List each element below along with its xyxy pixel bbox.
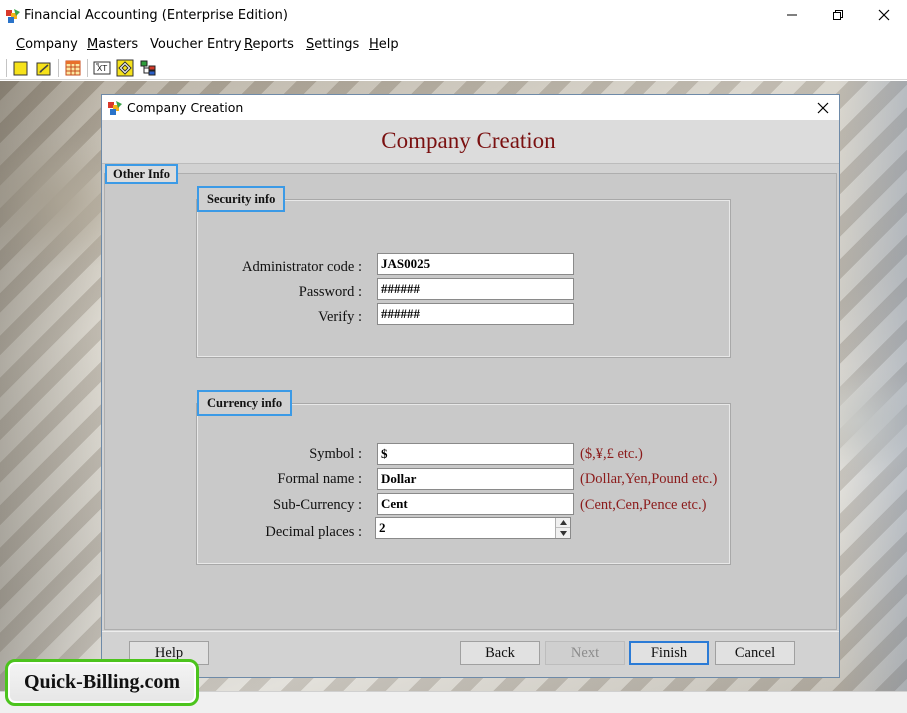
minimize-icon [787,14,797,16]
finish-button[interactable]: Finish [629,641,709,665]
next-button[interactable]: Next [545,641,625,665]
svg-text:XT: XT [97,64,107,73]
toolbar: XT [0,56,907,80]
toolbar-separator [58,59,60,77]
company-creation-dialog: Company Creation Company Creation Securi… [101,94,840,678]
page-title: Company Creation [381,128,556,153]
grid-icon[interactable] [64,59,82,77]
tree-icon[interactable] [139,59,157,77]
dialog-close-button[interactable] [813,98,833,118]
toolbar-separator [87,59,89,77]
brand-text: Quick-Billing.com [23,671,181,693]
formal-name-input[interactable] [377,468,574,490]
window-title: Financial Accounting (Enterprise Edition… [24,8,288,23]
background-texture [838,81,907,691]
stepper-up-button[interactable] [556,518,570,528]
sub-currency-input[interactable] [377,493,574,515]
title-bar: Financial Accounting (Enterprise Edition… [0,0,907,32]
brand-badge: Quick-Billing.com [5,659,199,706]
administrator-code-input[interactable] [377,253,574,275]
tab-other-info[interactable]: Other Info [105,164,179,184]
back-button[interactable]: Back [460,641,540,665]
stepper-buttons [555,518,570,538]
close-window-button[interactable] [861,0,907,30]
open-company-icon[interactable] [35,59,53,77]
password-input[interactable] [377,278,574,300]
menu-voucher-entry[interactable]: Voucher Entry [150,37,242,52]
diamond-icon[interactable] [116,59,134,77]
dialog-title: Company Creation [127,100,244,115]
other-info-panel: Security info Administrator code : Passw… [104,173,837,630]
new-company-icon[interactable] [12,59,30,77]
symbol-input[interactable] [377,443,574,465]
restore-icon [833,10,843,20]
decimal-places-stepper[interactable]: 2 [375,517,571,539]
sub-currency-hint: (Cent,Cen,Pence etc.) [580,497,707,513]
formal-name-hint: (Dollar,Yen,Pound etc.) [580,471,718,487]
stepper-down-button[interactable] [556,528,570,538]
close-icon [878,9,890,21]
formal-name-label: Formal name : [277,471,362,487]
verify-password-input[interactable] [377,303,574,325]
symbol-label: Symbol : [309,446,362,462]
menu-company[interactable]: Company [16,37,78,52]
app-logo-icon [5,8,21,24]
menu-settings[interactable]: Settings [306,37,359,52]
menu-reports[interactable]: Reports [244,37,294,52]
password-label: Password : [298,284,362,300]
chevron-down-icon [559,530,567,536]
menu-help[interactable]: Help [369,37,399,52]
dialog-title-bar: Company Creation [102,95,839,120]
menu-masters[interactable]: Masters [87,37,138,52]
currency-icon[interactable]: XT [93,59,111,77]
sub-currency-label: Sub-Currency : [273,497,362,513]
decimal-places-value: 2 [379,520,386,535]
administrator-code-label: Administrator code : [241,259,362,275]
close-icon [817,102,829,114]
dialog-header: Company Creation [102,120,839,164]
minimize-button[interactable] [769,0,815,30]
dialog-app-icon [107,100,123,116]
background-texture [0,81,100,691]
symbol-hint: ($,¥,£ etc.) [580,446,643,462]
menu-bar: Company Masters Voucher Entry Reports Se… [0,32,907,56]
security-info-label: Security info [197,186,286,212]
cancel-button[interactable]: Cancel [715,641,795,665]
currency-info-label: Currency info [197,390,293,416]
toolbar-separator [6,59,8,77]
restore-button[interactable] [815,0,861,30]
dialog-footer: Help Back Next Finish Cancel [102,631,839,677]
decimal-places-label: Decimal places : [265,524,362,540]
chevron-up-icon [559,520,567,525]
verify-label: Verify : [318,309,362,325]
